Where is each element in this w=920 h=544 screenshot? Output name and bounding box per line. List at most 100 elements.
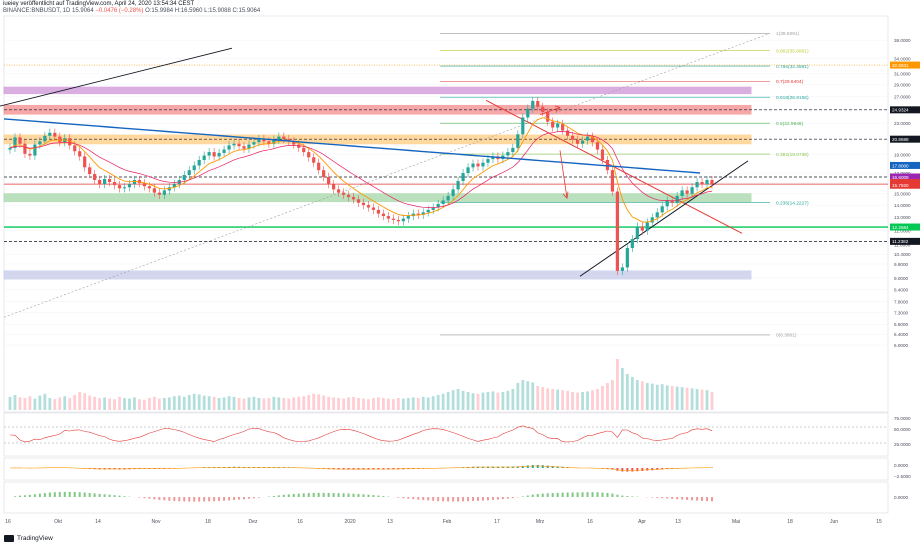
volume-bar bbox=[48, 398, 52, 410]
volume-bar bbox=[596, 389, 599, 410]
candle-body bbox=[182, 175, 186, 180]
volume-bar bbox=[401, 398, 405, 410]
price-label: 20.8688 bbox=[892, 137, 909, 142]
candle-body bbox=[655, 212, 659, 218]
osc3-bar bbox=[422, 497, 425, 501]
osc3-bar bbox=[402, 497, 405, 499]
volume-bar bbox=[103, 397, 106, 410]
osc2-bar bbox=[541, 465, 544, 468]
candle-body bbox=[33, 144, 37, 156]
candle-body bbox=[635, 226, 639, 240]
osc3-bar bbox=[372, 495, 375, 497]
osc3-bar bbox=[233, 497, 236, 500]
y-tick-label: 34.0000 bbox=[894, 56, 911, 61]
osc3-bar bbox=[442, 497, 445, 502]
candle-body bbox=[401, 218, 405, 222]
volume-bar bbox=[616, 359, 619, 410]
volume-bar bbox=[352, 396, 355, 410]
osc3-bar bbox=[243, 497, 245, 500]
osc3-bar bbox=[462, 497, 465, 502]
candle-body bbox=[217, 152, 221, 157]
tradingview-logo-icon bbox=[4, 535, 14, 542]
osc3-bar bbox=[357, 493, 360, 497]
osc3-bar bbox=[511, 497, 514, 499]
logo-text: TradingView bbox=[17, 535, 53, 542]
volume-bar bbox=[367, 399, 370, 410]
osc3-bar bbox=[546, 493, 549, 497]
osc3-bar bbox=[98, 493, 101, 497]
osc3-bar bbox=[68, 491, 71, 497]
osc3-bar bbox=[108, 494, 111, 497]
volume-bar bbox=[297, 396, 301, 410]
volume-bar bbox=[172, 396, 176, 410]
osc3-bar bbox=[367, 494, 370, 497]
osc3-bar bbox=[556, 492, 559, 497]
volume-bar bbox=[695, 389, 699, 410]
candle-body bbox=[536, 100, 540, 107]
candle-body bbox=[541, 106, 545, 113]
zone-rect bbox=[3, 270, 752, 280]
x-tick-label: Apr bbox=[638, 519, 646, 525]
volume-bar bbox=[192, 393, 196, 410]
x-tick-label: Nov bbox=[152, 519, 161, 525]
volume-bar bbox=[710, 392, 714, 410]
volume-bar bbox=[217, 398, 221, 410]
volume-bar bbox=[247, 397, 251, 410]
volume-bar bbox=[182, 396, 186, 410]
osc3-bar bbox=[252, 497, 255, 499]
volume-bar bbox=[411, 397, 415, 410]
volume-bar bbox=[382, 398, 385, 410]
trend-line-long bbox=[0, 47, 233, 107]
osc3-bar bbox=[656, 497, 659, 498]
osc3-bar bbox=[377, 495, 380, 497]
fib-label: 0.7(29.6404) bbox=[776, 79, 804, 85]
osc3-bar bbox=[23, 495, 26, 497]
y-tick-label: 19.0000 bbox=[894, 152, 911, 157]
volume-bar bbox=[566, 390, 570, 410]
volume-bar bbox=[267, 398, 271, 410]
volume-bar bbox=[143, 399, 146, 410]
candle-body bbox=[570, 135, 575, 140]
osc3-bar bbox=[247, 497, 250, 499]
volume-bar bbox=[58, 397, 62, 410]
candle-body bbox=[346, 194, 351, 198]
osc3-bar bbox=[472, 497, 475, 502]
osc3-bar bbox=[362, 494, 365, 497]
volume-bar bbox=[496, 392, 500, 410]
osc3-bar bbox=[18, 495, 21, 497]
volume-bar bbox=[118, 396, 121, 410]
volume-bar bbox=[705, 390, 709, 410]
osc3-bar bbox=[601, 492, 604, 497]
osc3-bar bbox=[257, 497, 260, 498]
osc3-bar bbox=[561, 492, 564, 497]
volume-bar bbox=[292, 397, 296, 410]
volume-bar bbox=[53, 399, 57, 410]
osc3-bar bbox=[173, 497, 176, 502]
osc3-bar bbox=[671, 497, 674, 499]
candle-body bbox=[680, 190, 684, 196]
volume-bar bbox=[18, 397, 22, 410]
price-label: 12.2584 bbox=[892, 225, 909, 230]
candle-body bbox=[252, 142, 256, 145]
candle-body bbox=[595, 142, 600, 150]
osc3-bar bbox=[143, 497, 146, 499]
x-tick-label: 15 bbox=[876, 519, 882, 525]
volume-bar bbox=[606, 383, 609, 410]
osc3-bar bbox=[238, 497, 241, 500]
candle-body bbox=[511, 147, 515, 153]
osc3-bar bbox=[651, 497, 654, 498]
volume-bar bbox=[282, 398, 286, 410]
tradingview-logo[interactable]: TradingView bbox=[4, 535, 53, 542]
osc2-bar bbox=[526, 465, 529, 468]
price-chart[interactable]: 38.0000 34.0000 31.0000 29.0000 27.0000 25.00… bbox=[0, 0, 920, 544]
volume-bar bbox=[665, 385, 669, 410]
volume-bar bbox=[680, 387, 684, 410]
volume-bar bbox=[302, 396, 306, 410]
osc3-bar bbox=[282, 494, 285, 497]
osc3-bar bbox=[48, 492, 51, 497]
volume-bar bbox=[571, 392, 574, 410]
volume-bar bbox=[362, 398, 365, 410]
indicator-pane-frame bbox=[3, 412, 889, 457]
x-tick-label: 18 bbox=[205, 519, 211, 525]
volume-bar bbox=[128, 398, 131, 410]
